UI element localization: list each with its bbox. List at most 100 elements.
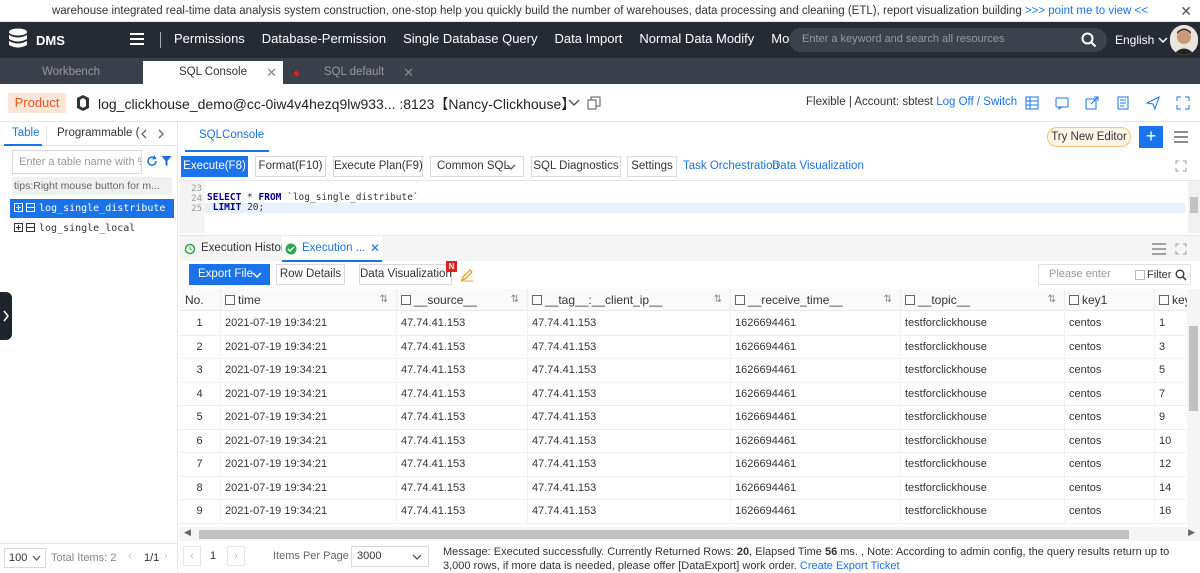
row-number-cell[interactable]: 1 bbox=[179, 312, 221, 336]
table-cell[interactable]: testforclickhouse bbox=[901, 312, 1065, 336]
column-header[interactable]: key1 bbox=[1065, 289, 1155, 311]
table-cell[interactable]: 2021-07-19 19:34:21 bbox=[221, 312, 397, 336]
table-filter-input[interactable]: Enter a table name with % bbox=[12, 150, 142, 174]
column-header[interactable]: __source__ ⇅ bbox=[397, 289, 528, 311]
table-cell[interactable]: testforclickhouse bbox=[901, 335, 1065, 359]
grid-vertical-scrollbar[interactable] bbox=[1187, 289, 1200, 527]
table-cell[interactable]: 47.74.41.153 bbox=[397, 312, 528, 336]
table-cell[interactable]: centos bbox=[1065, 335, 1155, 359]
user-avatar[interactable] bbox=[1170, 25, 1198, 55]
search-icon[interactable] bbox=[1081, 32, 1097, 48]
table-cell[interactable]: 12 bbox=[1155, 453, 1187, 477]
collapse-sidebar-handle[interactable] bbox=[0, 292, 12, 340]
sort-icon[interactable]: ⇅ bbox=[380, 289, 388, 311]
table-cell[interactable]: 47.74.41.153 bbox=[528, 453, 731, 477]
menu-database-permission[interactable]: Database-Permission bbox=[262, 22, 386, 58]
table-cell[interactable]: centos bbox=[1065, 312, 1155, 336]
edit-pencil-icon[interactable] bbox=[460, 268, 474, 282]
banner-link[interactable]: >>> point me to view << bbox=[1025, 5, 1148, 17]
data-visualization-button[interactable]: Data Visualization bbox=[359, 264, 452, 285]
tab-execution-history[interactable]: Execution History bbox=[201, 242, 290, 254]
send-icon[interactable] bbox=[1146, 96, 1160, 110]
row-number-cell[interactable]: 9 bbox=[179, 500, 221, 524]
table-cell[interactable]: testforclickhouse bbox=[901, 429, 1065, 453]
menu-data-import[interactable]: Data Import bbox=[555, 22, 623, 58]
prev-page-icon[interactable]: ‹ bbox=[183, 546, 201, 566]
table-cell[interactable]: 7 bbox=[1155, 383, 1187, 407]
table-cell[interactable]: 1626694461 bbox=[731, 476, 901, 500]
tab-workbench[interactable]: Workbench bbox=[4, 61, 138, 84]
sql-editor[interactable]: 23 24 25 SELECT * FROM `log_single_distr… bbox=[179, 180, 1200, 233]
table-row[interactable]: 9 2021-07-19 19:34:21 47.74.41.153 47.74.41… bbox=[179, 500, 1187, 524]
table-cell[interactable]: 47.74.41.153 bbox=[528, 429, 731, 453]
row-number-cell[interactable]: 7 bbox=[179, 453, 221, 477]
table-cell[interactable]: 47.74.41.153 bbox=[397, 382, 528, 406]
table-cell[interactable]: 2021-07-19 19:34:21 bbox=[221, 500, 397, 524]
common-sql-dropdown[interactable]: Common SQL bbox=[430, 156, 524, 177]
table-cell[interactable]: 47.74.41.153 bbox=[528, 382, 731, 406]
column-header[interactable]: time ⇅ bbox=[221, 289, 397, 311]
table-cell[interactable]: 1626694461 bbox=[731, 429, 901, 453]
next-page-icon[interactable]: › bbox=[164, 550, 168, 562]
table-cell[interactable]: 3 bbox=[1155, 336, 1187, 360]
create-export-ticket-link[interactable]: Create Export Ticket bbox=[800, 560, 900, 572]
sql-diagnostics-button[interactable]: SQL Diagnostics bbox=[531, 156, 621, 177]
table-cell[interactable]: 1626694461 bbox=[731, 500, 901, 524]
table-cell[interactable]: 5 bbox=[1155, 359, 1187, 383]
row-number-cell[interactable]: 3 bbox=[179, 359, 221, 383]
close-icon[interactable]: ✕ bbox=[403, 61, 414, 84]
tab-sql-default[interactable]: SQL default ✕ bbox=[288, 61, 420, 84]
table-row[interactable]: 3 2021-07-19 19:34:21 47.74.41.153 47.74.41… bbox=[179, 359, 1187, 383]
tab-table[interactable]: Table bbox=[12, 127, 40, 139]
column-header[interactable]: __receive_time__ ⇅ bbox=[731, 289, 901, 311]
table-cell[interactable]: centos bbox=[1065, 476, 1155, 500]
row-number-cell[interactable]: 4 bbox=[179, 382, 221, 406]
document-icon[interactable] bbox=[1116, 96, 1130, 110]
table-cell[interactable]: testforclickhouse bbox=[901, 453, 1065, 477]
chevron-left-icon[interactable] bbox=[140, 129, 148, 139]
close-icon[interactable]: ✕ bbox=[266, 61, 277, 84]
sort-icon[interactable]: ⇅ bbox=[884, 289, 892, 311]
table-cell[interactable]: 47.74.41.153 bbox=[397, 406, 528, 430]
tab-sql-console[interactable]: SQL Console ✕ bbox=[143, 61, 283, 84]
sort-icon[interactable]: ⇅ bbox=[1048, 289, 1056, 311]
table-cell[interactable]: 2021-07-19 19:34:21 bbox=[221, 359, 397, 383]
table-item[interactable]: log_single_local bbox=[10, 219, 174, 238]
try-new-editor-button[interactable]: Try New Editor bbox=[1047, 127, 1131, 147]
editor-scrollbar[interactable] bbox=[1188, 181, 1200, 233]
chat-icon[interactable] bbox=[1055, 96, 1069, 110]
table-cell[interactable]: 1 bbox=[1155, 312, 1187, 336]
table-cell[interactable]: testforclickhouse bbox=[901, 359, 1065, 383]
table-row[interactable]: 2 2021-07-19 19:34:21 47.74.41.153 47.74.41… bbox=[179, 335, 1187, 360]
table-cell[interactable]: 47.74.41.153 bbox=[528, 476, 731, 500]
table-row[interactable]: 7 2021-07-19 19:34:21 47.74.41.153 47.74.41… bbox=[179, 453, 1187, 477]
menu-single-database-query[interactable]: Single Database Query bbox=[403, 22, 537, 58]
table-item[interactable]: log_single_distribute bbox=[10, 199, 174, 218]
table-cell[interactable]: centos bbox=[1065, 429, 1155, 453]
table-cell[interactable]: 47.74.41.153 bbox=[528, 312, 731, 336]
table-cell[interactable]: 2021-07-19 19:34:21 bbox=[221, 335, 397, 359]
table-cell[interactable]: 47.74.41.153 bbox=[397, 335, 528, 359]
row-details-button[interactable]: Row Details bbox=[276, 264, 345, 285]
banner-close-icon[interactable]: ✕ bbox=[1180, 0, 1192, 22]
row-number-cell[interactable]: 2 bbox=[179, 335, 221, 359]
menu-lines-icon[interactable] bbox=[1174, 131, 1188, 143]
menu-permissions[interactable]: Permissions bbox=[174, 22, 245, 58]
table-cell[interactable]: 47.74.41.153 bbox=[528, 335, 731, 359]
table-cell[interactable]: centos bbox=[1065, 500, 1155, 524]
table-cell[interactable]: 47.74.41.153 bbox=[528, 406, 731, 430]
row-number-cell[interactable]: 5 bbox=[179, 406, 221, 430]
export-file-button[interactable]: Export File bbox=[189, 264, 270, 285]
table-row[interactable]: 4 2021-07-19 19:34:21 47.74.41.153 47.74.41… bbox=[179, 382, 1187, 407]
database-name[interactable]: log_clickhouse_demo@cc-0iw4v4hezq9lw933.… bbox=[98, 94, 575, 114]
logoff-switch-link[interactable]: Log Off / Switch bbox=[936, 96, 1017, 108]
filter-checkbox[interactable] bbox=[1135, 270, 1145, 280]
settings-button[interactable]: Settings bbox=[627, 156, 677, 177]
table-row[interactable]: 1 2021-07-19 19:34:21 47.74.41.153 47.74.41… bbox=[179, 312, 1187, 336]
sort-icon[interactable]: ⇅ bbox=[511, 289, 519, 311]
scroll-right-icon[interactable]: ▶ bbox=[1188, 527, 1195, 538]
table-icon[interactable] bbox=[1025, 96, 1039, 110]
table-cell[interactable]: centos bbox=[1065, 406, 1155, 430]
column-header[interactable]: key2 bbox=[1155, 289, 1187, 311]
global-search-input[interactable]: Enter a keyword and search all resources bbox=[789, 28, 1107, 52]
